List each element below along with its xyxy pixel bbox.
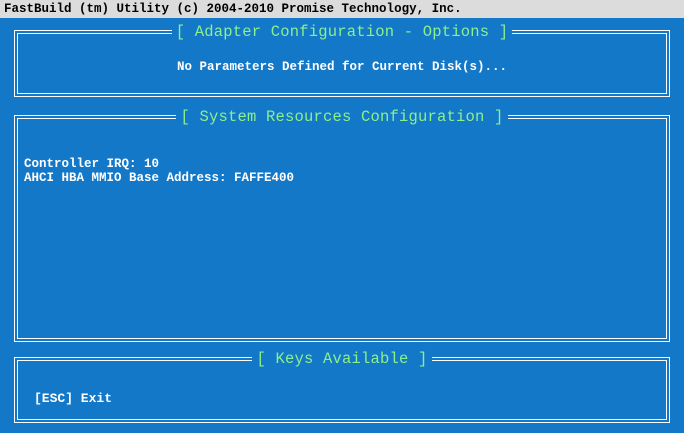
window-title: FastBuild (tm) Utility (c) 2004-2010 Pro… xyxy=(0,0,684,18)
mmio-base-address-line: AHCI HBA MMIO Base Address: FAFFE400 xyxy=(24,171,295,185)
no-parameters-message: No Parameters Defined for Current Disk(s… xyxy=(176,60,508,74)
adapter-options-panel: [ Adapter Configuration - Options ] No P… xyxy=(14,23,670,97)
controller-irq-line: Controller IRQ: 10 xyxy=(24,157,160,171)
system-resources-title: [ System Resources Configuration ] xyxy=(176,108,508,126)
resource-list: Controller IRQ: 10 AHCI HBA MMIO Base Ad… xyxy=(24,157,294,185)
system-resources-panel: [ System Resources Configuration ] Contr… xyxy=(14,108,670,342)
keys-available-panel: [ Keys Available ] [ESC] Exit xyxy=(14,350,670,423)
esc-exit-key[interactable]: [ESC] Exit xyxy=(34,391,112,406)
keys-available-title: [ Keys Available ] xyxy=(252,350,432,368)
adapter-options-title: [ Adapter Configuration - Options ] xyxy=(171,23,513,41)
